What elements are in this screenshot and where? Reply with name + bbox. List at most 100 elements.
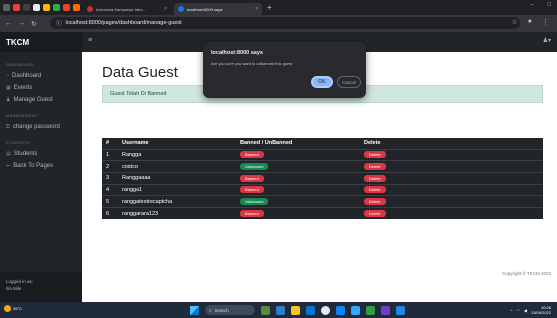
logged-in-user: Ilia Mile: [6, 286, 22, 291]
row-number: 4: [102, 183, 118, 196]
sidebar-item-students[interactable]: ▤ Students: [0, 145, 82, 157]
dialog-title: localhost:8000 says: [211, 50, 263, 56]
column-header: Banned / UnBanned: [236, 138, 360, 149]
toggle-ban-button[interactable]: Banned: [240, 186, 264, 194]
pinned-tab-icon[interactable]: [53, 4, 60, 11]
site-info-icon[interactable]: ⓘ: [56, 19, 62, 27]
ok-button[interactable]: OK: [311, 76, 333, 88]
pinned-tab-icon[interactable]: [73, 4, 80, 11]
maximize-icon[interactable]: □: [547, 2, 551, 8]
table-row: 5 ranggatestrecaptcha Unbanned Delete: [102, 195, 543, 208]
sidebar-item-manage-guest[interactable]: ♟ Manage Guest: [0, 91, 82, 103]
page-title: Data Guest: [102, 64, 178, 81]
toggle-ban-button[interactable]: Banned: [240, 151, 264, 159]
table-row: 1 Rangga Banned Delete: [102, 148, 543, 161]
search-label: Search: [214, 307, 229, 313]
pinned-tab-icon[interactable]: [63, 4, 70, 11]
clock-date: 13/09/2022: [530, 310, 551, 315]
new-tab-icon[interactable]: +: [267, 3, 272, 12]
volume-icon[interactable]: ◀: [524, 308, 527, 313]
delete-button[interactable]: Delete: [364, 198, 386, 206]
browser-menu-icon[interactable]: ⋮: [542, 18, 549, 26]
table-row: 4 rangga1 Banned Delete: [102, 183, 543, 196]
toggle-ban-button[interactable]: Banned: [240, 210, 264, 218]
tray-chevron-icon[interactable]: ^: [511, 308, 513, 313]
guest-table: # Username Banned / UnBanned Delete 1 Ran…: [102, 138, 543, 220]
brand[interactable]: TKCM: [0, 32, 82, 52]
close-tab-icon[interactable]: ×: [164, 6, 167, 12]
reload-icon[interactable]: ↻: [31, 20, 37, 28]
calendar-icon: ▦: [6, 85, 11, 91]
sidebar-footer: Logged in as: Ilia Mile: [0, 272, 82, 302]
chrome-icon[interactable]: [321, 305, 330, 315]
forward-icon[interactable]: →: [18, 20, 25, 27]
username-cell: Ranggaaaa: [118, 171, 236, 185]
sidebar-item-label: Dashboard: [12, 73, 42, 79]
app-icon[interactable]: [336, 305, 345, 315]
bookmark-star-icon[interactable]: ☆: [511, 18, 517, 26]
menu-toggle-icon[interactable]: ≡: [88, 37, 92, 44]
close-tab-icon[interactable]: ×: [255, 6, 258, 12]
sidebar-item-dashboard[interactable]: ◔ Dashboard: [0, 67, 82, 79]
delete-button[interactable]: Delete: [364, 210, 386, 218]
dialog-message: Are you sure you want to unbanned this g…: [211, 61, 293, 66]
row-number: 1: [102, 148, 118, 161]
gauge-icon: ◔: [6, 73, 10, 79]
pinned-tab-icon[interactable]: [13, 4, 20, 11]
delete-button[interactable]: Delete: [364, 174, 386, 182]
wifi-icon[interactable]: ◠: [516, 308, 520, 313]
table-row: 2 costco Unbanned Delete: [102, 160, 543, 173]
status-cell: Banned: [236, 183, 360, 196]
delete-button[interactable]: Delete: [364, 151, 386, 159]
pinned-tab-icon[interactable]: [33, 4, 40, 11]
clock[interactable]: 10:26 13/09/2022: [531, 305, 551, 315]
app-icon[interactable]: [306, 305, 315, 315]
toggle-ban-button[interactable]: Banned: [240, 174, 264, 182]
weather-widget[interactable]: 26°C: [4, 305, 22, 312]
sidebar-item-events[interactable]: ▦ Events: [0, 79, 82, 91]
delete-cell: Delete: [360, 160, 543, 173]
status-cell: Unbanned: [236, 195, 360, 208]
alert-text: Guest Telah Di Banned: [110, 91, 167, 97]
app-icon[interactable]: [351, 305, 360, 315]
delete-cell: Delete: [360, 183, 543, 196]
delete-button[interactable]: Delete: [364, 163, 386, 171]
system-tray: ^ ◠ ◀ 10:26 13/09/2022: [511, 305, 552, 315]
profile-icon[interactable]: ●: [528, 18, 532, 26]
browser-tab[interactable]: Indonesia Kampanye Ideo... ×: [83, 3, 171, 15]
app-icon[interactable]: [276, 305, 285, 315]
table-row: 6 ranggarara123 Banned Delete: [102, 206, 543, 220]
status-cell: Unbanned: [236, 160, 360, 173]
toggle-ban-button[interactable]: Unbanned: [240, 163, 269, 171]
status-cell: Banned: [236, 206, 360, 220]
cancel-button[interactable]: Cancel: [337, 76, 361, 88]
browser-tab-active[interactable]: localhost:8000 saya ×: [174, 3, 262, 15]
window-controls: – □: [530, 2, 551, 8]
back-icon[interactable]: ←: [5, 20, 12, 27]
minimize-icon[interactable]: –: [530, 2, 533, 8]
pinned-tab-icon[interactable]: [23, 4, 30, 11]
windows-start-icon[interactable]: [190, 305, 199, 315]
status-cell: Banned: [236, 171, 360, 185]
sun-icon: [4, 305, 11, 312]
address-bar: ← → ↻ ⓘ localhost:8000/pages/dashboard/m…: [0, 15, 557, 32]
delete-cell: Delete: [360, 206, 543, 220]
sidebar-item-back-to-pages[interactable]: ⇐ Back To Pages: [0, 157, 82, 169]
column-header: Username: [118, 138, 236, 149]
taskbar-search[interactable]: ⌕ Search: [205, 305, 255, 315]
users-icon: ♟: [6, 97, 11, 103]
row-number: 2: [102, 160, 118, 173]
url-field[interactable]: ⓘ localhost:8000/pages/dashboard/manage-…: [50, 17, 520, 29]
app-icon[interactable]: [261, 305, 270, 315]
toggle-ban-button[interactable]: Unbanned: [240, 198, 269, 206]
delete-button[interactable]: Delete: [364, 186, 386, 194]
folder-icon[interactable]: [291, 305, 300, 315]
tab-search-icon[interactable]: [3, 4, 10, 11]
app-icon[interactable]: [396, 305, 405, 315]
taskbar: 26°C ⌕ Search ^ ◠ ◀ 10:26 13/09/2022: [0, 302, 557, 318]
sidebar-item-change-password[interactable]: ⚿ change password: [0, 118, 82, 130]
user-menu-icon[interactable]: ♟▾: [543, 37, 551, 44]
app-icon[interactable]: [381, 305, 390, 315]
pinned-tab-icon[interactable]: [43, 4, 50, 11]
app-icon[interactable]: [366, 305, 375, 315]
